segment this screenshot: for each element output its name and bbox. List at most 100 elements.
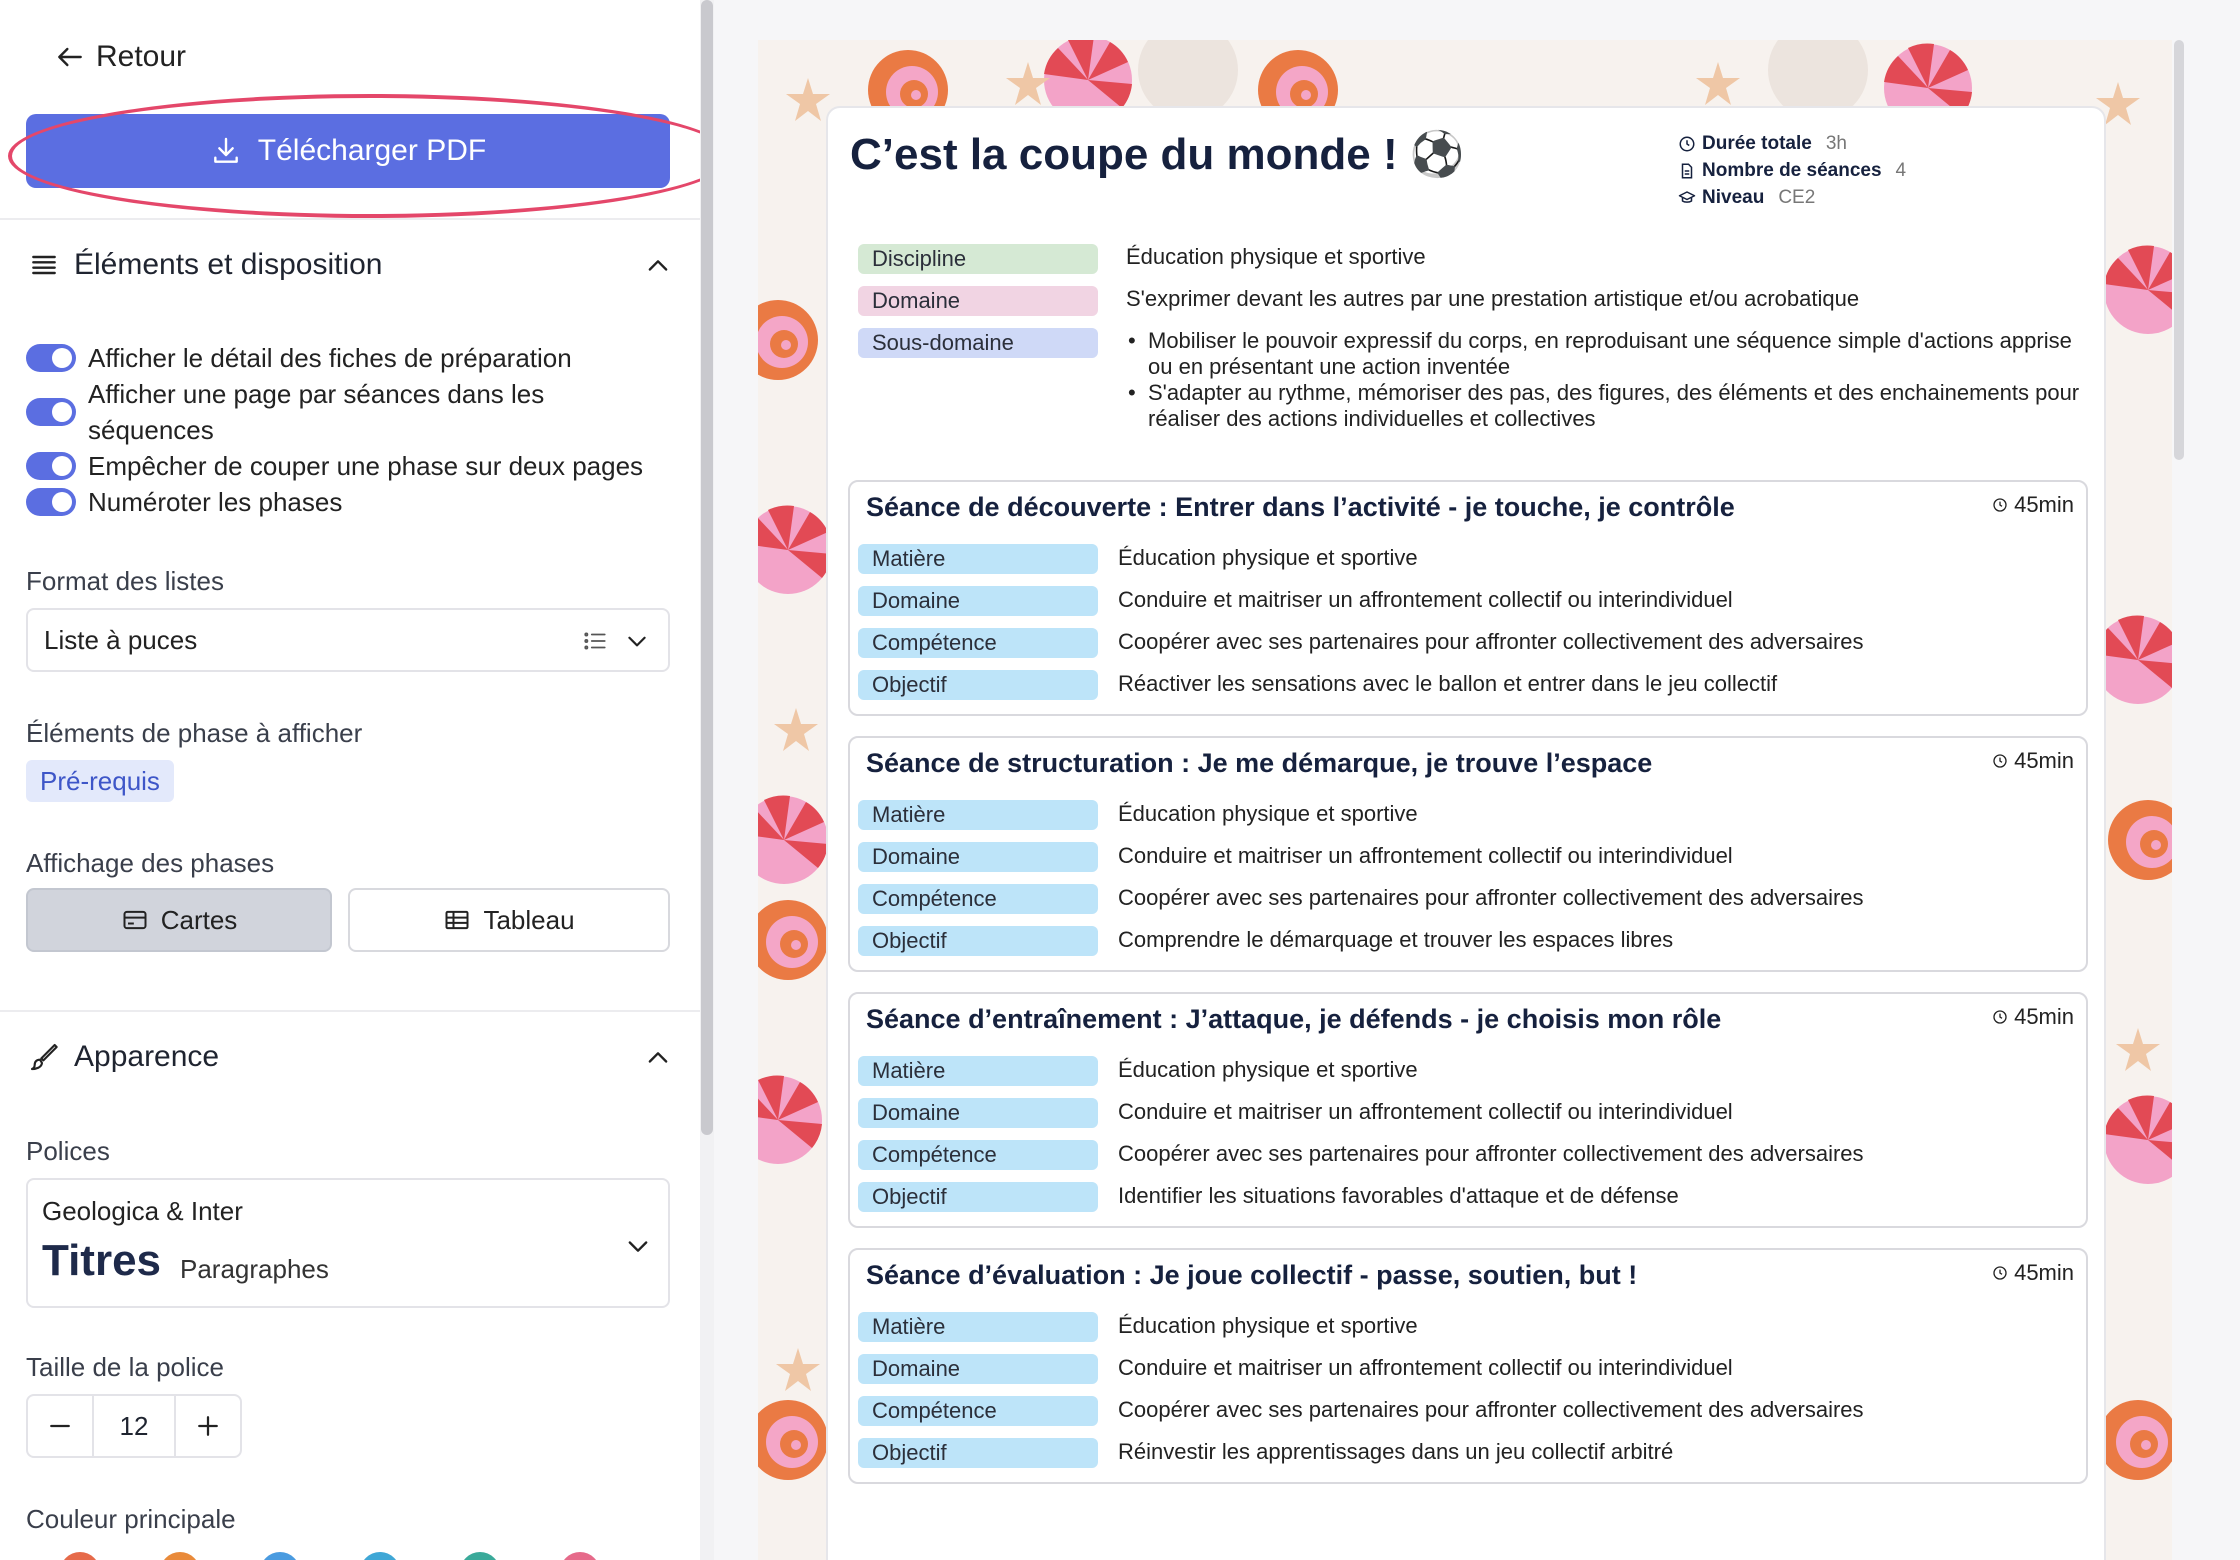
increase-button[interactable]: [176, 1396, 240, 1456]
phase-display-label: Affichage des phases: [26, 848, 275, 878]
phase-display-cards-button[interactable]: Cartes: [26, 888, 332, 952]
settings-sidebar: Retour Télécharger PDF Éléments et dispo…: [0, 0, 700, 1560]
seance-title: Séance d’évaluation : Je joue collectif …: [866, 1260, 1638, 1290]
chevron-up-icon[interactable]: [644, 1044, 672, 1072]
plus-icon: [198, 1416, 218, 1436]
seance-row-value: Conduire et maitriser un affrontement co…: [1118, 1355, 1733, 1380]
toggle-row-preparation-details[interactable]: Afficher le détail des fiches de prépara…: [26, 340, 666, 376]
chevron-up-icon[interactable]: [644, 252, 672, 280]
seance-duration: 45min: [1992, 1004, 2074, 1030]
toggle-switch[interactable]: [26, 344, 76, 372]
preview-scrollbar[interactable]: [2174, 40, 2188, 460]
color-swatch[interactable]: [360, 1552, 400, 1560]
seance-duration-value: 45min: [2014, 492, 2074, 517]
preview-scroll-thumb[interactable]: [2174, 40, 2184, 460]
color-swatch[interactable]: [460, 1552, 500, 1560]
seance-row-value: Éducation physique et sportive: [1118, 801, 1418, 826]
sequence-meta: Durée totale 3h Nombre de séances 4 Nive…: [1678, 130, 1906, 211]
download-pdf-button[interactable]: Télécharger PDF: [26, 114, 670, 188]
toggle-switch[interactable]: [26, 488, 76, 516]
toggle-switch[interactable]: [26, 398, 76, 426]
toggle-row-number-phases[interactable]: Numéroter les phases: [26, 484, 666, 520]
seance-row-tag: Domaine: [858, 1098, 1098, 1128]
download-pdf-label: Télécharger PDF: [257, 134, 487, 167]
font-size-label: Taille de la police: [26, 1352, 225, 1382]
seance-row-value: Réactiver les sensations avec le ballon …: [1118, 671, 1778, 696]
meta-duration-value: 3h: [1825, 133, 1847, 154]
section-header-appearance[interactable]: Apparence: [28, 1040, 672, 1074]
seance-row-value: Coopérer avec ses partenaires pour affro…: [1118, 1397, 1864, 1422]
list-lines-icon: [32, 255, 56, 275]
seance-row-value: Comprendre le démarquage et trouver les …: [1118, 927, 1674, 952]
color-swatches: [60, 1552, 600, 1560]
seance-row-tag: Compétence: [858, 884, 1098, 914]
toggle-label: Afficher une page par séances dans les s…: [88, 379, 545, 445]
color-swatch[interactable]: [60, 1552, 100, 1560]
color-swatch[interactable]: [560, 1552, 600, 1560]
subdomain-item: S'adapter au rythme, mémoriser des pas, …: [1126, 380, 2086, 432]
meta-sessions-value: 4: [1895, 160, 1907, 181]
seance-row-value: Conduire et maitriser un affrontement co…: [1118, 843, 1733, 868]
seance-row-subject: Matière Éducation physique et sportive: [858, 1056, 2068, 1086]
fonts-label: Polices: [26, 1136, 110, 1166]
seance-duration-value: 45min: [2014, 1260, 2074, 1285]
document-page: C’est la coupe du monde ! ⚽ Durée totale…: [826, 106, 2106, 1560]
section-header-layout[interactable]: Éléments et disposition: [28, 248, 672, 282]
sidebar-scroll-thumb[interactable]: [701, 0, 713, 1135]
seance-row-objective: Objectif Réactiver les sensations avec le…: [858, 670, 2068, 700]
seance-row-tag: Compétence: [858, 1396, 1098, 1426]
meta-duration-label: Durée totale: [1702, 133, 1812, 154]
seance-row-value: Éducation physique et sportive: [1118, 1313, 1418, 1338]
subdomain-list: Mobiliser le pouvoir expressif du corps,…: [1126, 328, 2086, 432]
seance-row-tag: Compétence: [858, 628, 1098, 658]
seance-card: Séance d’entraînement : J’attaque, je dé…: [848, 992, 2088, 1228]
seance-row-subject: Matière Éducation physique et sportive: [858, 800, 2068, 830]
section-divider: [0, 218, 700, 220]
seance-row-tag: Domaine: [858, 586, 1098, 616]
phase-display-table-button[interactable]: Tableau: [348, 888, 670, 952]
section-divider: [0, 1010, 700, 1012]
seance-title: Séance d’entraînement : J’attaque, je dé…: [866, 1004, 1722, 1034]
seance-duration: 45min: [1992, 492, 2074, 518]
clock-icon: [1993, 1010, 2007, 1024]
seance-row-tag: Objectif: [858, 926, 1098, 956]
color-swatch[interactable]: [260, 1552, 300, 1560]
seance-duration: 45min: [1992, 748, 2074, 774]
toggle-switch[interactable]: [26, 452, 76, 480]
sidebar-scrollbar[interactable]: [700, 0, 714, 1560]
clock-icon: [1993, 1266, 2007, 1280]
seance-row-competence: Compétence Coopérer avec ses partenaires …: [858, 1396, 2068, 1426]
font-select[interactable]: Geologica & Inter Titres Paragraphes: [26, 1178, 670, 1308]
discipline-tag: Discipline: [858, 244, 1098, 274]
clock-icon: [1993, 754, 2007, 768]
sequence-title: C’est la coupe du monde ! ⚽: [850, 130, 1465, 179]
phase-element-chip[interactable]: Pré-requis: [26, 760, 174, 802]
seance-row-value: Éducation physique et sportive: [1118, 545, 1418, 570]
domain-value: S'exprimer devant les autres par une pre…: [1126, 286, 1860, 311]
color-swatch[interactable]: [160, 1552, 200, 1560]
seance-row-subject: Matière Éducation physique et sportive: [858, 1312, 2068, 1342]
seance-row-tag: Domaine: [858, 1354, 1098, 1384]
decrease-button[interactable]: [28, 1396, 92, 1456]
meta-level: Niveau CE2: [1678, 184, 1906, 211]
list-format-value: Liste à puces: [44, 624, 198, 655]
toggle-row-no-split-phase[interactable]: Empêcher de couper une phase sur deux pa…: [26, 448, 666, 484]
discipline-value: Éducation physique et sportive: [1126, 244, 1426, 269]
meta-duration: Durée totale 3h: [1678, 130, 1906, 157]
seance-row-tag: Domaine: [858, 842, 1098, 872]
table-icon: [445, 910, 469, 930]
toggle-row-page-per-session[interactable]: Afficher une page par séances dans les s…: [26, 376, 666, 448]
font-size-value[interactable]: 12: [92, 1396, 176, 1456]
table-label: Tableau: [483, 904, 575, 935]
list-format-select[interactable]: Liste à puces: [26, 608, 670, 672]
seance-row-value: Coopérer avec ses partenaires pour affro…: [1118, 885, 1864, 910]
seance-duration: 45min: [1992, 1260, 2074, 1286]
back-link[interactable]: Retour: [54, 40, 186, 74]
seance-row-domain: Domaine Conduire et maitriser un affronte…: [858, 1354, 2068, 1384]
seance-row-value: Conduire et maitriser un affrontement co…: [1118, 587, 1733, 612]
list-format-label: Format des listes: [26, 566, 224, 596]
info-row-domain: Domaine S'exprimer devant les autres par…: [858, 286, 2088, 316]
seance-row-tag: Compétence: [858, 1140, 1098, 1170]
seance-duration-value: 45min: [2014, 748, 2074, 773]
seance-row-value: Coopérer avec ses partenaires pour affro…: [1118, 629, 1864, 654]
